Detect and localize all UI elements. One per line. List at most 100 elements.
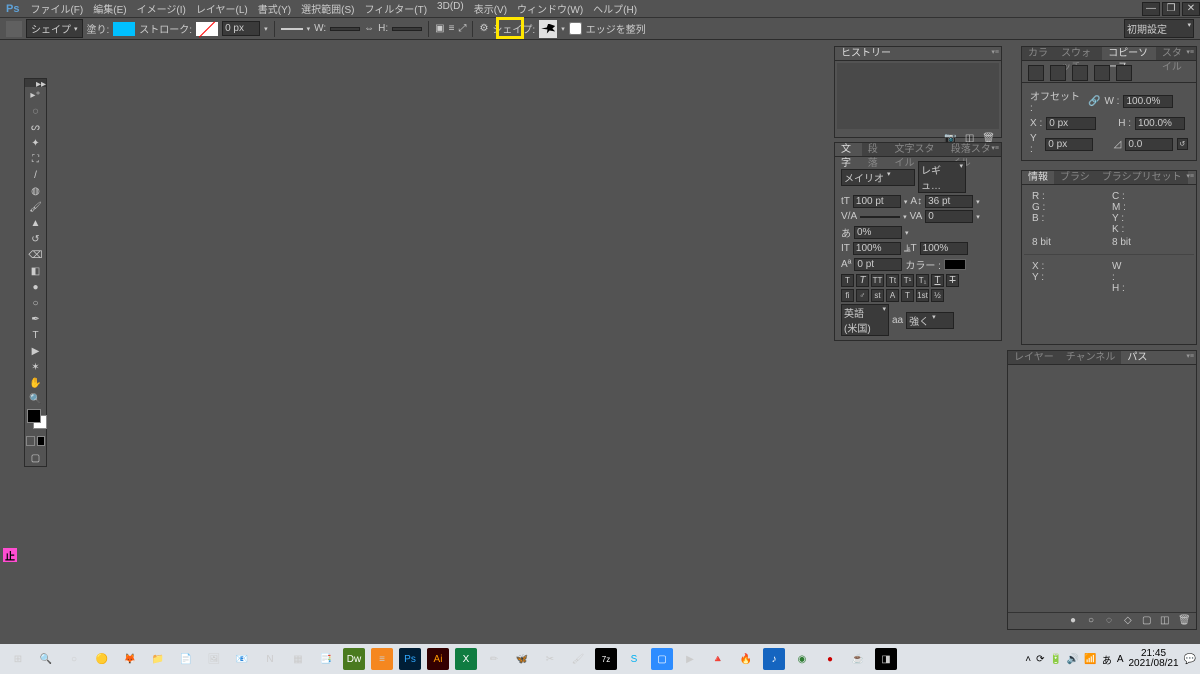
italic-button[interactable]: T [856, 274, 869, 287]
x-input[interactable]: 0 px [1046, 117, 1096, 130]
tracking-dropdown[interactable]: ▾ [976, 213, 980, 221]
antialias-select[interactable]: 強く▾ [906, 312, 954, 329]
wifi-icon[interactable]: 📶 [1084, 654, 1096, 665]
app-icon[interactable]: ☕ [847, 648, 869, 670]
menu-3d[interactable]: 3D(D) [432, 0, 469, 18]
menu-view[interactable]: 表示(V) [469, 0, 512, 18]
tab-channels[interactable]: チャンネル [1060, 351, 1122, 364]
font-style-select[interactable]: レギュ…▾ [918, 161, 966, 193]
illustrator-icon[interactable]: Ai [427, 648, 449, 670]
tab-paths[interactable]: パス [1121, 351, 1153, 364]
fill-swatch[interactable] [113, 22, 135, 36]
menu-select[interactable]: 選択範囲(S) [296, 0, 359, 18]
menu-window[interactable]: ウィンドウ(W) [512, 0, 588, 18]
vlc-icon[interactable]: 🔺 [707, 648, 729, 670]
stroke-style-dropdown[interactable]: ▾ [307, 25, 311, 33]
vscale-input[interactable]: 100% [853, 242, 901, 255]
crop-tool[interactable]: ⛶ [25, 151, 46, 167]
panel-menu-icon[interactable]: ▾≡ [989, 47, 1001, 57]
stroke-path-icon[interactable]: ○ [1088, 615, 1100, 627]
bold-button[interactable]: T [841, 274, 854, 287]
baseline-input[interactable]: 0 pt [854, 258, 902, 271]
stamp-tool[interactable]: ▲ [25, 215, 46, 231]
notepad-icon[interactable]: 📄 [175, 648, 197, 670]
app-icon[interactable]: ✂ [539, 648, 561, 670]
menu-layer[interactable]: レイヤー(L) [191, 0, 253, 18]
wand-tool[interactable]: ✦ [25, 135, 46, 151]
input-mode-icon[interactable]: A [1117, 654, 1124, 665]
kerning-select[interactable] [860, 216, 900, 218]
speaker-icon[interactable]: 🔊 [1067, 654, 1079, 665]
tracking-input[interactable]: 0 [925, 210, 973, 223]
stroke-swatch[interactable] [196, 22, 218, 36]
screen-mode[interactable]: ▢ [25, 450, 46, 466]
patch-tool[interactable]: ◍ [25, 183, 46, 199]
font-size-dropdown[interactable]: ▾ [904, 198, 908, 206]
delete-path-icon[interactable]: 🗑 [1178, 615, 1190, 627]
tool-preset-icon[interactable] [6, 21, 22, 37]
align-edges-checkbox[interactable] [569, 22, 582, 35]
tab-history[interactable]: ヒストリー [835, 47, 897, 60]
excel-icon[interactable]: X [455, 648, 477, 670]
text-tool[interactable]: T [25, 327, 46, 343]
menu-filter[interactable]: フィルター(T) [359, 0, 432, 18]
tab-brush[interactable]: ブラシ [1054, 171, 1096, 184]
h-input[interactable]: 100.0% [1135, 117, 1185, 130]
dreamweaver-icon[interactable]: Dw [343, 648, 365, 670]
dliga-button[interactable]: st [871, 289, 884, 302]
custom-shape-dropdown[interactable]: ▾ [561, 25, 565, 33]
leading-input[interactable]: 36 pt [925, 195, 973, 208]
workspace-select[interactable]: 初期設定▾ [1124, 19, 1194, 38]
underline-button[interactable]: T [931, 274, 944, 287]
path-select-tool[interactable]: ▶ [25, 343, 46, 359]
gradient-tool[interactable]: ◧ [25, 263, 46, 279]
liga-button[interactable]: fi [841, 289, 854, 302]
stroke-width-input[interactable]: 0 px [222, 21, 260, 36]
marquee-tool[interactable]: ◌ [25, 103, 46, 119]
outlook-icon[interactable]: 📧 [231, 648, 253, 670]
panel-menu-icon[interactable]: ▾≡ [1184, 171, 1196, 181]
stroke-width-dropdown[interactable]: ▾ [264, 25, 268, 33]
zoom-tool[interactable]: 🔍 [25, 391, 46, 407]
custom-shape-tool[interactable]: ✶ [25, 359, 46, 375]
menu-edit[interactable]: 編集(E) [88, 0, 131, 18]
tab-paragraph[interactable]: 段落 [862, 143, 889, 156]
hscale-input[interactable]: 100% [920, 242, 968, 255]
make-workpath-icon[interactable]: ◇ [1124, 615, 1136, 627]
fill-path-icon[interactable]: ● [1070, 615, 1082, 627]
leading-dropdown[interactable]: ▾ [976, 198, 980, 206]
clone-src-1[interactable] [1028, 65, 1044, 81]
photoshop-icon[interactable]: Ps [399, 648, 421, 670]
panel-menu-icon[interactable]: ▾≡ [989, 143, 1001, 153]
titling-button[interactable]: T [901, 289, 914, 302]
font-family-select[interactable]: メイリオ▾ [841, 169, 915, 186]
start-button[interactable]: ⊞ [7, 648, 29, 670]
new-path-icon[interactable]: ◫ [1160, 615, 1172, 627]
zoom-icon[interactable]: ▢ [651, 648, 673, 670]
align-icon[interactable]: ≡ [449, 23, 455, 34]
skype-icon[interactable]: S [623, 648, 645, 670]
dodge-tool[interactable]: ○ [25, 295, 46, 311]
notifications-icon[interactable]: 💬 [1184, 654, 1196, 665]
tray-overflow-icon[interactable]: ˄ [1025, 654, 1031, 665]
tab-color[interactable]: カラー [1022, 47, 1055, 60]
superscript-button[interactable]: T¹ [901, 274, 914, 287]
w-input[interactable]: 100.0% [1123, 95, 1173, 108]
tab-copysource[interactable]: コピーソース [1102, 47, 1156, 60]
app-icon[interactable]: 🔥 [735, 648, 757, 670]
close-button[interactable]: ✕ [1182, 2, 1200, 16]
kerning-dropdown[interactable]: ▾ [903, 213, 907, 221]
path-to-selection-icon[interactable]: ◌ [1106, 615, 1118, 627]
shape-mode-select[interactable]: シェイプ▾ [26, 19, 83, 38]
clone-src-5[interactable] [1116, 65, 1132, 81]
arrange-icon[interactable]: ⤢ [458, 23, 466, 34]
clone-src-3[interactable] [1072, 65, 1088, 81]
media-icon[interactable]: ▶ [679, 648, 701, 670]
app-icon[interactable]: ◉ [791, 648, 813, 670]
tsume-dropdown[interactable]: ▾ [905, 229, 909, 237]
onenote-icon[interactable]: N [259, 648, 281, 670]
battery-icon[interactable]: 🔋 [1049, 654, 1061, 665]
butterfly-icon[interactable]: 🦋 [511, 648, 533, 670]
combine-shapes-icon[interactable]: ▣ [435, 23, 444, 34]
pen-tool[interactable]: ✒ [25, 311, 46, 327]
